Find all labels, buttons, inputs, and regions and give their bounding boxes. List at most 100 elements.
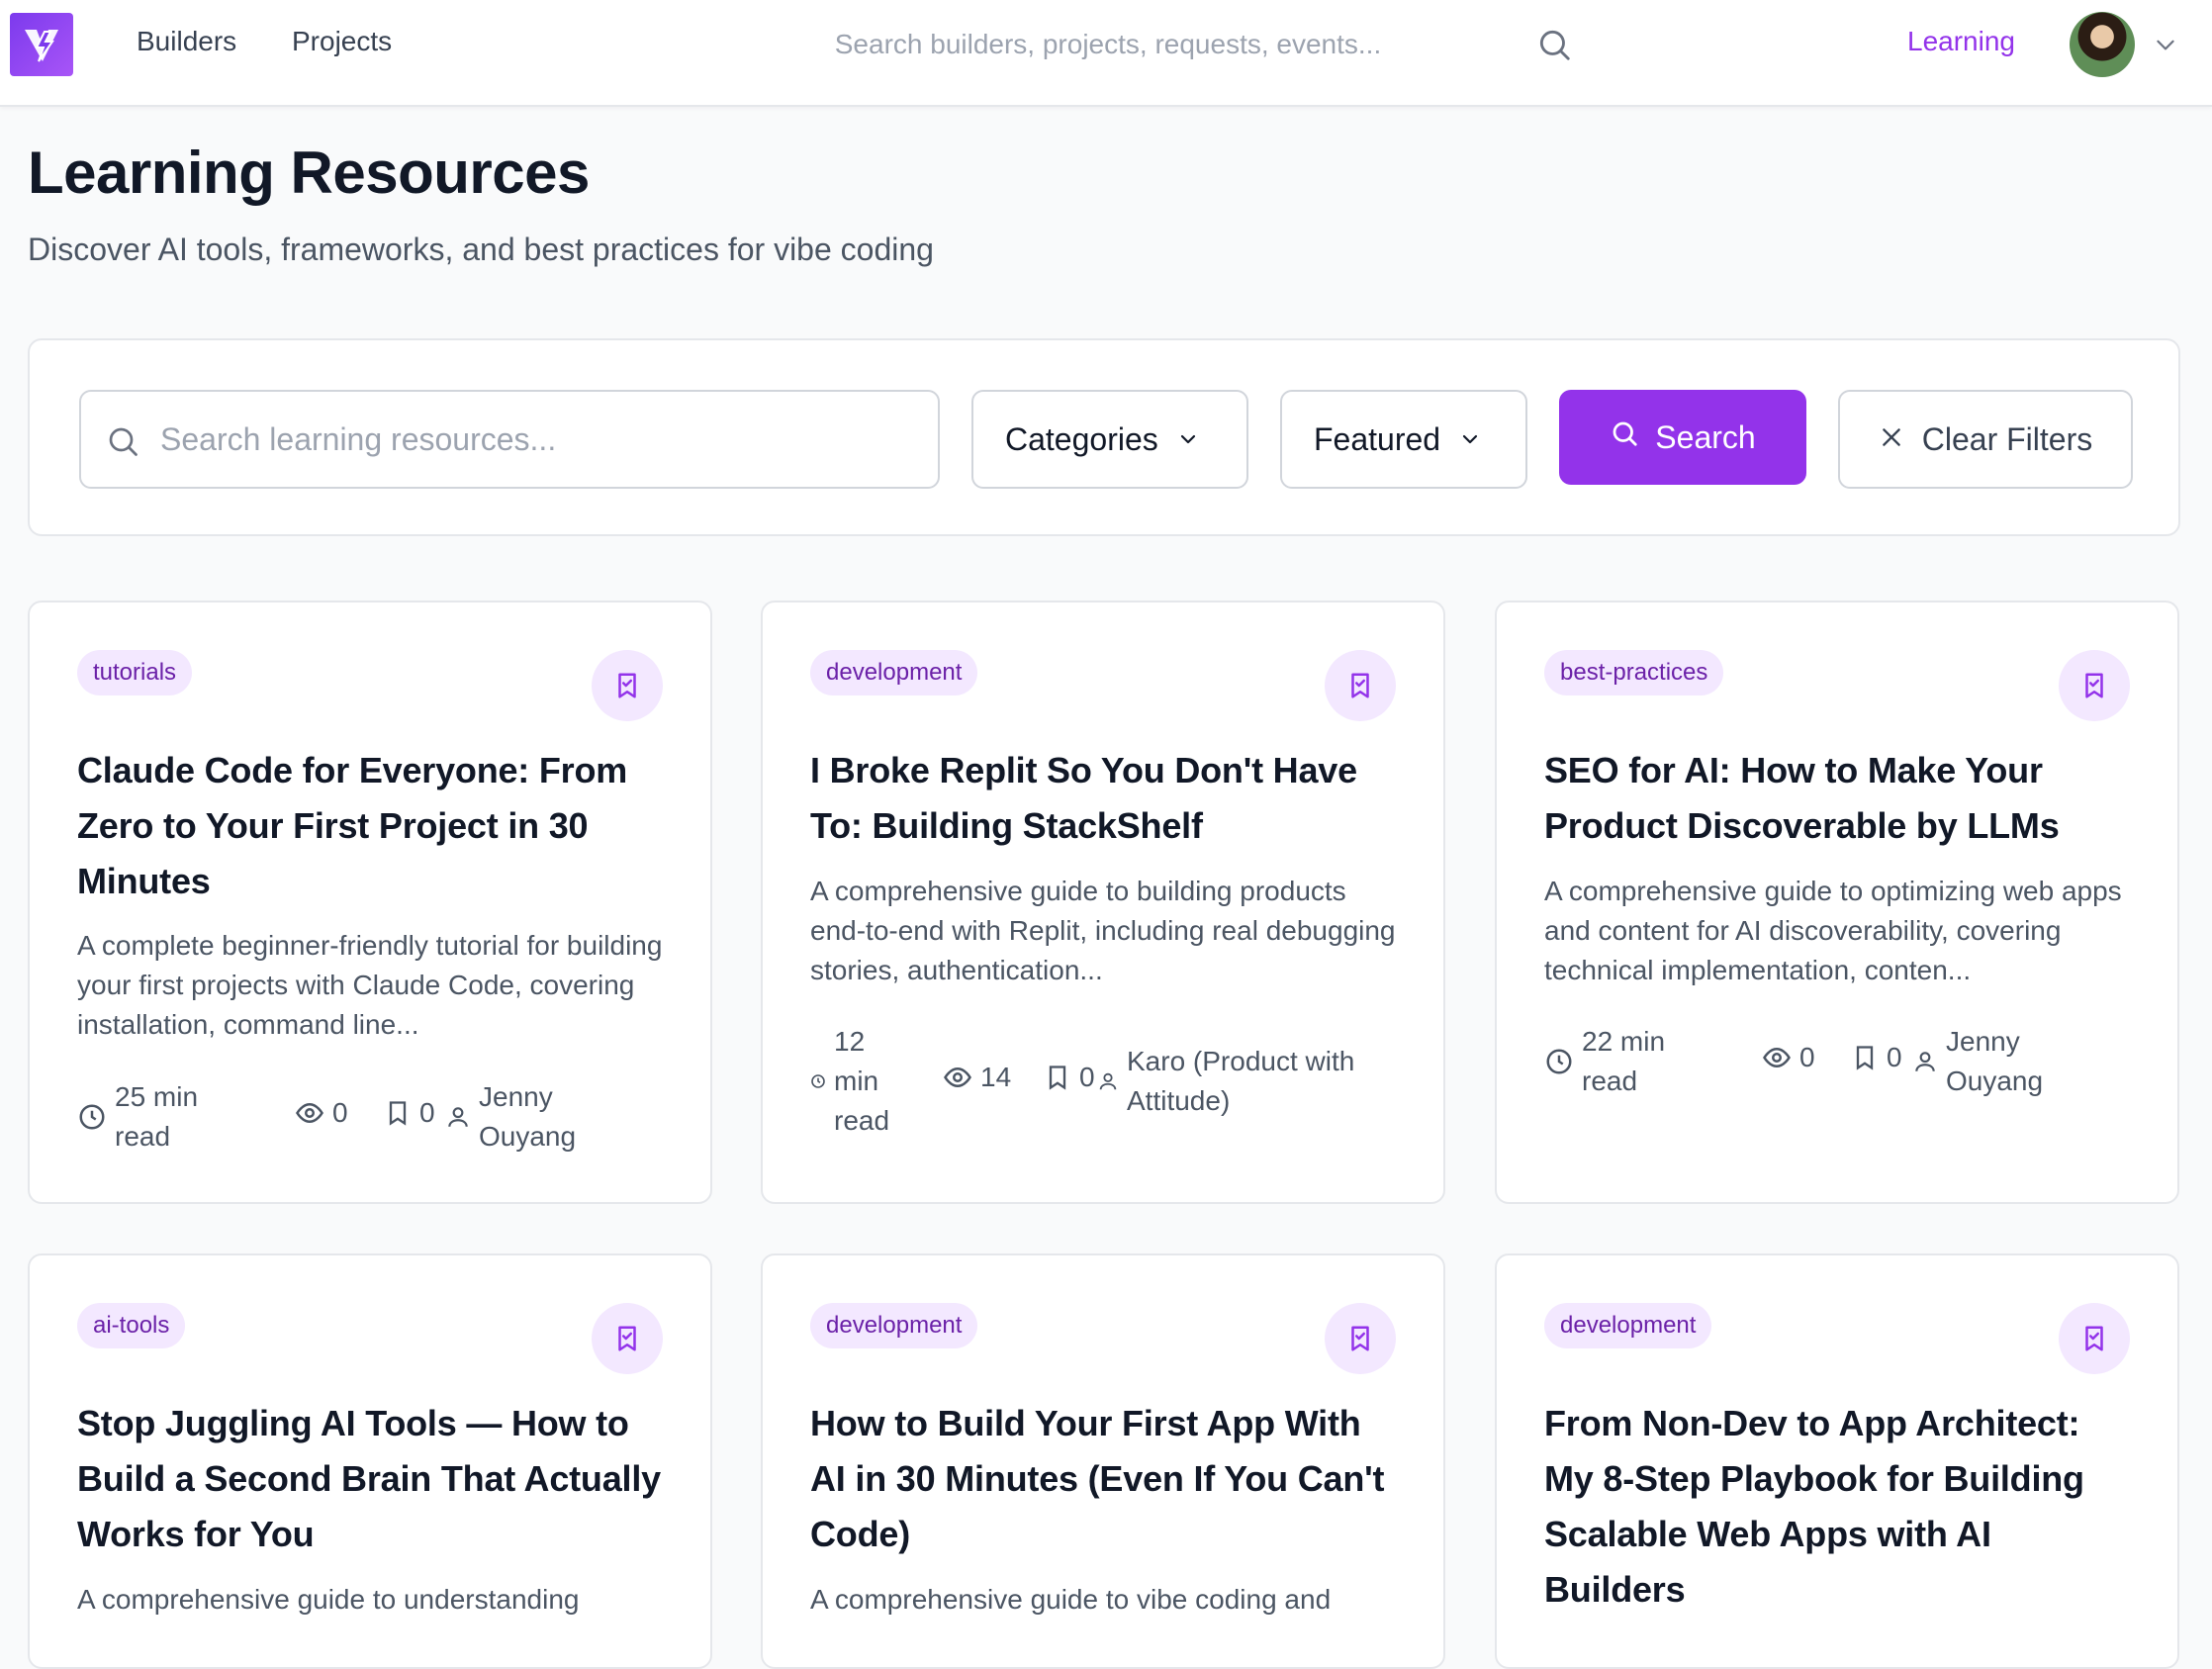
nav-learning[interactable]: Learning [1907, 26, 2015, 57]
categories-select[interactable]: Categories [971, 390, 1248, 489]
bookmark-button[interactable] [2059, 1303, 2130, 1374]
featured-select[interactable]: Featured [1280, 390, 1527, 489]
global-search-input[interactable] [692, 18, 1583, 71]
search-icon [105, 423, 140, 464]
bookmark-button[interactable] [592, 1303, 663, 1374]
bookmark-icon [2085, 673, 2103, 698]
read-time-unit: read [115, 1121, 171, 1152]
save-count: 0 [1044, 1062, 1095, 1093]
chevron-down-icon[interactable] [2153, 32, 2178, 62]
category-tag[interactable]: development [810, 1303, 978, 1348]
read-time-unit: read [1582, 1066, 1638, 1096]
featured-label: Featured [1314, 420, 1441, 457]
author-name: Jenny [1946, 1026, 2020, 1057]
chevron-down-icon [1176, 427, 1200, 451]
resource-title[interactable]: From Non-Dev to App Architect: My 8-Step… [1544, 1396, 2138, 1618]
author-name: Karo (Product with [1127, 1046, 1355, 1076]
nav-builders[interactable]: Builders [137, 26, 236, 57]
resource-search-box [79, 390, 940, 489]
clock-icon [1546, 1049, 1572, 1074]
bookmark-icon [1351, 673, 1369, 698]
bookmark-icon [1856, 1046, 1874, 1070]
category-tag[interactable]: tutorials [77, 650, 193, 695]
category-tag[interactable]: development [1544, 1303, 1712, 1348]
resource-description: A comprehensive guide to optimizing web … [1544, 876, 2122, 985]
clock-icon [79, 1104, 105, 1130]
clear-filters-button[interactable]: Clear Filters [1838, 390, 2133, 489]
read-time-value: 25 min [115, 1081, 199, 1112]
author[interactable]: Jenny Ouyang [1912, 1022, 2043, 1101]
resource-card[interactable]: ai-tools Stop Juggling AI Tools — How to… [28, 1253, 712, 1669]
logo-icon[interactable] [10, 13, 73, 76]
bookmark-button[interactable] [592, 650, 663, 721]
resource-description: A comprehensive guide to vibe coding and [810, 1584, 1332, 1615]
resource-card[interactable]: tutorials Claude Code for Everyone: From… [28, 601, 712, 1204]
user-icon [1915, 1052, 1935, 1071]
resource-description: A comprehensive guide to understanding [77, 1584, 580, 1615]
author[interactable]: Jenny Ouyang [445, 1077, 576, 1157]
resource-title[interactable]: I Broke Replit So You Don't Have To: Bui… [810, 743, 1404, 854]
search-button-label: Search [1655, 418, 1756, 455]
read-time-unit: read [834, 1105, 890, 1136]
user-icon [1099, 1072, 1117, 1090]
save-count-value: 0 [1887, 1042, 1902, 1072]
bookmark-icon [389, 1101, 407, 1126]
category-tag[interactable]: development [810, 650, 978, 695]
resource-card[interactable]: development How to Build Your First App … [761, 1253, 1445, 1669]
read-time: 25 min read [77, 1077, 198, 1157]
read-time: 22 min read [1544, 1022, 1665, 1101]
bookmark-icon [1049, 1066, 1066, 1090]
resource-card[interactable]: development I Broke Replit So You Don't … [761, 601, 1445, 1204]
bookmark-icon [2085, 1326, 2103, 1351]
author-name: Ouyang [1946, 1066, 2044, 1096]
category-tag[interactable]: best-practices [1544, 650, 1724, 695]
resource-title[interactable]: Stop Juggling AI Tools — How to Build a … [77, 1396, 671, 1562]
resource-search-input[interactable] [160, 392, 922, 487]
resource-description: A complete beginner-friendly tutorial fo… [77, 930, 663, 1040]
filters-panel: Categories Featured Search Clear Filters [28, 338, 2180, 536]
read-time-value: min [834, 1066, 879, 1096]
page-subtitle: Discover AI tools, frameworks, and best … [28, 232, 934, 267]
clock-icon [811, 1074, 825, 1088]
resource-title[interactable]: SEO for AI: How to Make Your Product Dis… [1544, 743, 2138, 854]
view-count-value: 14 [980, 1062, 1012, 1092]
author-name: Attitude) [1127, 1085, 1231, 1116]
save-count-value: 0 [1079, 1062, 1095, 1092]
bookmark-button[interactable] [1325, 650, 1396, 721]
resource-card[interactable]: best-practices SEO for AI: How to Make Y… [1495, 601, 2179, 1204]
close-icon [1879, 421, 1904, 458]
global-search [692, 18, 1583, 71]
bookmark-button[interactable] [1325, 1303, 1396, 1374]
search-button[interactable]: Search [1559, 390, 1806, 485]
search-icon [1610, 418, 1639, 456]
view-count: 14 [943, 1062, 1011, 1093]
nav-projects[interactable]: Projects [292, 26, 392, 57]
resource-title[interactable]: How to Build Your First App With AI in 3… [810, 1396, 1404, 1562]
save-count: 0 [1851, 1042, 1902, 1073]
eye-icon [944, 1066, 971, 1088]
bookmark-icon [618, 1326, 636, 1351]
eye-icon [1763, 1047, 1791, 1068]
view-count-value: 0 [1799, 1042, 1815, 1072]
top-navbar: Builders Projects Learning [0, 0, 2212, 107]
search-icon[interactable] [1535, 26, 1573, 68]
page-title: Learning Resources [28, 139, 590, 206]
chevron-down-icon [1458, 427, 1482, 451]
author-name: Ouyang [479, 1121, 577, 1152]
bookmark-icon [618, 673, 636, 698]
user-icon [448, 1107, 468, 1127]
categories-label: Categories [1005, 420, 1158, 457]
category-tag[interactable]: ai-tools [77, 1303, 186, 1348]
read-time-value: 12 [834, 1026, 866, 1057]
view-count-value: 0 [332, 1097, 348, 1128]
resource-card[interactable]: development From Non-Dev to App Architec… [1495, 1253, 2179, 1669]
author-name: Jenny [479, 1081, 553, 1112]
resource-title[interactable]: Claude Code for Everyone: From Zero to Y… [77, 743, 671, 909]
avatar[interactable] [2070, 12, 2135, 77]
save-count-value: 0 [419, 1097, 435, 1128]
bookmark-button[interactable] [2059, 650, 2130, 721]
bookmark-icon [1351, 1326, 1369, 1351]
eye-icon [296, 1102, 323, 1124]
author[interactable]: Karo (Product with Attitude) [1097, 1042, 1354, 1121]
view-count: 0 [1762, 1042, 1815, 1073]
